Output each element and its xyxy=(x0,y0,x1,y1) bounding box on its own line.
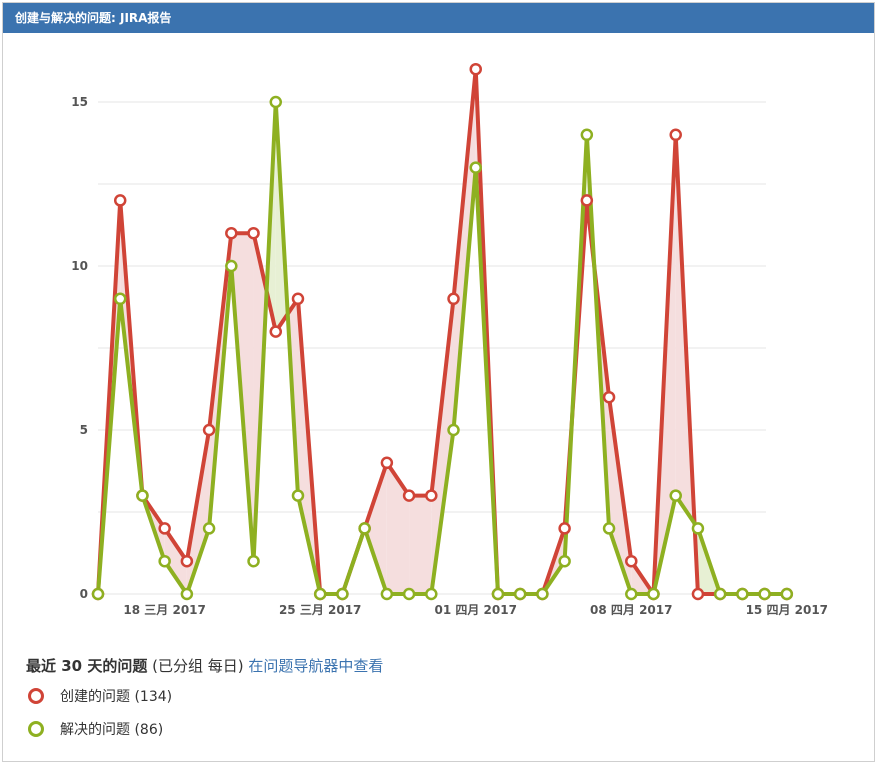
resolved-point xyxy=(780,587,794,601)
created-point xyxy=(469,62,482,76)
resolved-point xyxy=(447,423,460,437)
created-point xyxy=(291,292,305,306)
resolved-point xyxy=(713,587,727,601)
created-point xyxy=(269,325,283,338)
created-point xyxy=(580,194,594,207)
created-point xyxy=(247,226,260,240)
resolved-point xyxy=(513,587,527,601)
resolved-marker-icon xyxy=(28,721,44,737)
created-marker-icon xyxy=(28,688,44,704)
resolved-point xyxy=(625,587,638,601)
created-point xyxy=(691,587,705,601)
resolved-point xyxy=(425,587,438,601)
x-tick-label: 18 三月 2017 xyxy=(123,603,205,617)
created-point xyxy=(669,128,682,142)
resolved-point xyxy=(647,587,660,601)
summary-title: 最近 30 天的问题 xyxy=(26,657,148,675)
y-tick-label: 10 xyxy=(71,259,88,273)
resolved-point xyxy=(358,522,371,535)
x-tick-label: 15 四月 2017 xyxy=(746,603,828,617)
resolved-point xyxy=(558,554,571,568)
created-point xyxy=(447,292,460,306)
resolved-point xyxy=(336,587,349,601)
created-point xyxy=(602,390,616,404)
resolved-point xyxy=(691,522,705,535)
resolved-point xyxy=(91,587,105,601)
created-point xyxy=(558,522,571,535)
y-tick-label: 0 xyxy=(80,587,88,601)
difference-area xyxy=(409,495,432,594)
resolved-point xyxy=(202,522,216,535)
resolved-point xyxy=(469,161,482,174)
resolved-point xyxy=(602,522,616,535)
resolved-point xyxy=(380,587,394,601)
resolved-point xyxy=(291,489,305,502)
legend-item-resolved: 解决的问题 (86) xyxy=(28,719,163,739)
legend-item-created: 创建的问题 (134) xyxy=(28,686,172,706)
x-tick-label: 01 四月 2017 xyxy=(435,603,517,617)
created-point xyxy=(402,489,416,502)
resolved-point xyxy=(758,587,771,601)
x-tick-label: 08 四月 2017 xyxy=(590,603,672,617)
resolved-point xyxy=(225,259,238,273)
resolved-point xyxy=(402,587,416,601)
resolved-point xyxy=(180,587,194,601)
created-point xyxy=(180,554,194,568)
summary-grouping: (已分组 每日) xyxy=(147,657,249,675)
legend-label-resolved: 解决的问题 (86) xyxy=(60,722,164,738)
resolved-point xyxy=(269,95,283,109)
created-point xyxy=(380,456,394,470)
resolved-point xyxy=(580,128,594,142)
resolved-point xyxy=(536,587,549,601)
resolved-point xyxy=(136,489,149,502)
created-point xyxy=(625,554,638,568)
resolved-point xyxy=(113,292,127,306)
resolved-point xyxy=(158,554,171,568)
created-point xyxy=(202,423,216,437)
resolved-point xyxy=(247,554,260,568)
resolved-point xyxy=(736,587,749,601)
created-point xyxy=(425,489,438,502)
resolved-point xyxy=(669,489,682,502)
y-tick-label: 5 xyxy=(80,423,88,437)
x-tick-label: 25 三月 2017 xyxy=(279,603,361,617)
created-point xyxy=(158,522,171,535)
resolved-point xyxy=(313,587,327,601)
y-tick-label: 15 xyxy=(71,95,88,109)
resolved-point xyxy=(491,587,505,601)
chart-summary: 最近 30 天的问题 (已分组 每日) 在问题导航器中查看 xyxy=(26,655,383,676)
created-vs-resolved-chart: 0 5 10 15 18 三月 2017 25 三月 2017 01 四月 2017 08 四… xyxy=(71,62,828,617)
created-point xyxy=(113,194,127,207)
issue-navigator-link[interactable]: 在问题导航器中查看 xyxy=(248,657,383,675)
created-point xyxy=(225,226,238,240)
legend-label-created: 创建的问题 (134) xyxy=(60,689,173,705)
